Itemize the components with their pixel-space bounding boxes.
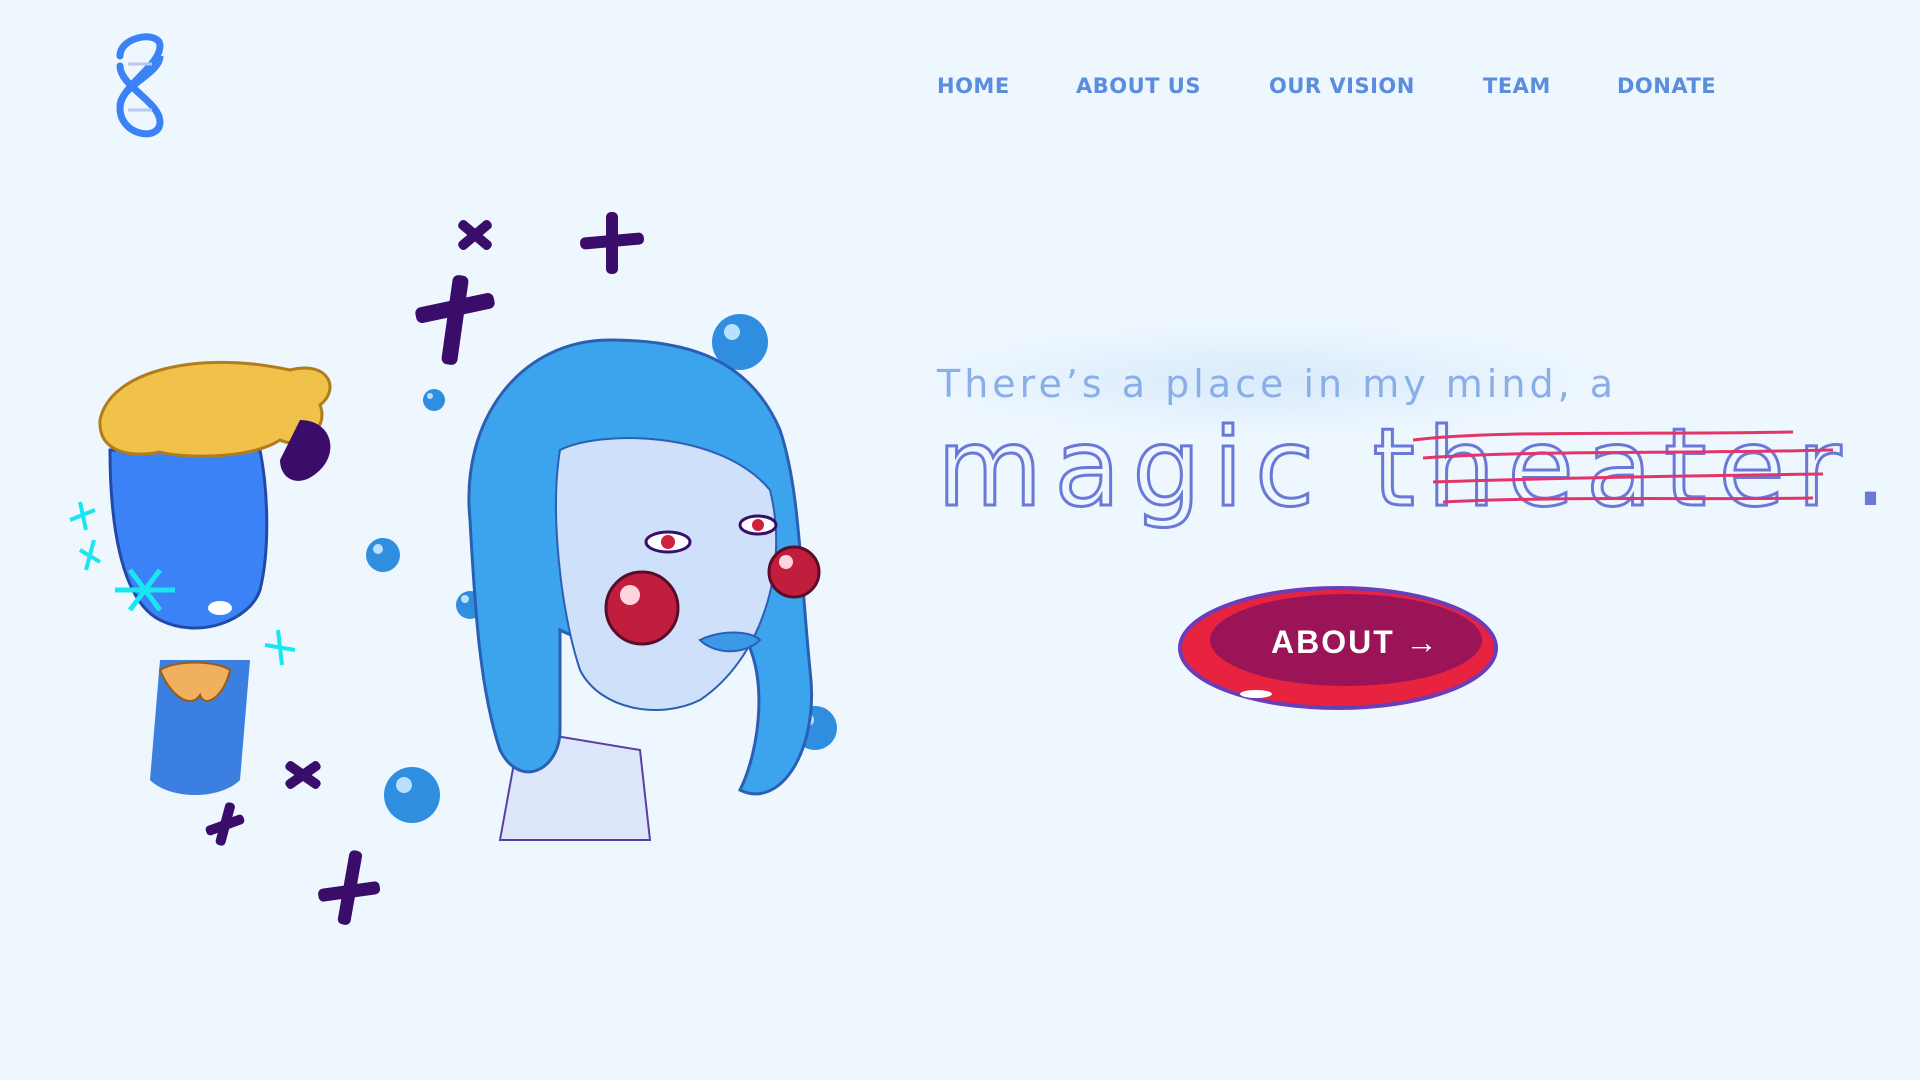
hero-tagline: There’s a place in my mind, a [937, 362, 1618, 406]
about-button-label: ABOUT → [1271, 624, 1440, 660]
nav-home-link[interactable]: HOME [937, 74, 1010, 98]
nav-about-us-link[interactable]: ABOUT US [1076, 74, 1201, 98]
headline-word-magic: magic [935, 406, 1327, 531]
headline-word-theater-rest: heater [1426, 406, 1854, 531]
hero-illustration [0, 190, 900, 930]
blue-haired-woman-illustration [467, 338, 821, 841]
nav-donate-link[interactable]: DONATE [1617, 74, 1716, 98]
headline-word-theater-first: t [1371, 406, 1428, 531]
headline-period: . [1853, 406, 1900, 531]
hero-headline: magic theater . [935, 408, 1900, 530]
nav-team-link[interactable]: TEAM [1483, 74, 1551, 98]
about-button[interactable]: ABOUT → [1176, 582, 1500, 712]
main-nav: HOME ABOUT US OUR VISION TEAM DONATE [0, 74, 1920, 104]
melting-head-illustration [69, 360, 332, 795]
arrow-right-icon: → [1405, 624, 1440, 660]
nav-our-vision-link[interactable]: OUR VISION [1269, 74, 1415, 98]
headline-word-theater: theater [1371, 408, 1854, 530]
